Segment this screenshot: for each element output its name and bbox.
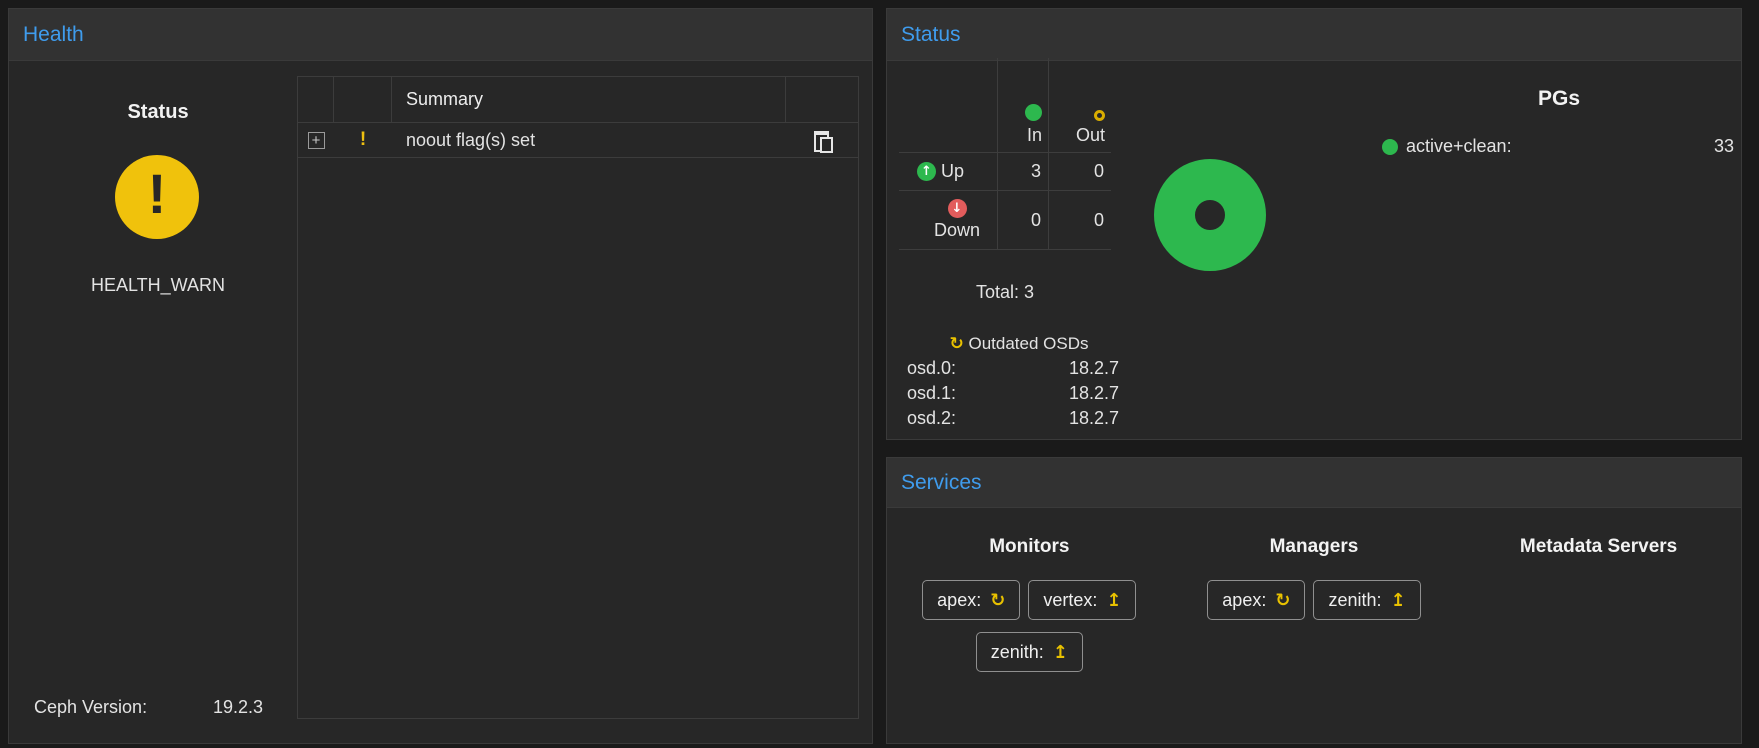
- pgs-donut-chart: [1154, 159, 1266, 271]
- osd-name: osd.1:: [907, 383, 956, 404]
- warning-row[interactable]: + ! noout flag(s) set: [298, 123, 858, 158]
- pgs-heading: PGs: [1439, 87, 1679, 111]
- status-panel-title: Status: [901, 23, 961, 47]
- osd-up-row-label: ↑ Up: [899, 152, 997, 190]
- osd-up-in-value: 3: [997, 152, 1048, 190]
- outdated-osds-label: Outdated OSDs: [968, 334, 1088, 353]
- refresh-icon: ↻: [1275, 590, 1290, 611]
- status-panel-header: Status: [887, 9, 1741, 61]
- osd-up-out-value: 0: [1048, 152, 1111, 190]
- warning-severity-icon: !: [360, 129, 366, 151]
- out-ring-icon: [1094, 110, 1105, 121]
- osd-total: Total: 3: [899, 282, 1111, 303]
- osd-out-header: Out: [1048, 58, 1111, 152]
- health-panel: Health Status ! HEALTH_WARN Ceph Version…: [8, 8, 873, 744]
- osd-down-out-value: 0: [1048, 190, 1111, 250]
- status-panel: Status In Out ↑ Up 3 0 ↓ Down 0 0 Total:…: [886, 8, 1742, 440]
- manager-badge-zenith[interactable]: zenith: ↥: [1313, 580, 1420, 620]
- up-arrow-icon: ↑: [917, 162, 936, 181]
- osd-down-in-value: 0: [997, 190, 1048, 250]
- monitor-badge-zenith[interactable]: zenith: ↥: [976, 632, 1083, 672]
- services-panel: Services Monitors apex: ↻ vertex: ↥ zeni…: [886, 457, 1742, 744]
- service-name: apex:: [1222, 590, 1266, 611]
- ceph-version-row: Ceph Version: 19.2.3: [34, 697, 263, 718]
- active-clean-dot-icon: [1382, 139, 1398, 155]
- in-header-label: In: [1027, 125, 1042, 146]
- upload-icon: ↥: [1390, 590, 1405, 611]
- service-name: zenith:: [1328, 590, 1381, 611]
- health-panel-header: Health: [9, 9, 872, 61]
- osd-version: 18.2.7: [1069, 383, 1119, 404]
- service-name: vertex:: [1043, 590, 1097, 611]
- ceph-version-value: 19.2.3: [213, 697, 263, 718]
- pgs-legend-row: active+clean: 33: [1382, 136, 1734, 157]
- upload-icon: ↥: [1106, 590, 1121, 611]
- osd-down-row-label: ↓ Down: [899, 190, 997, 250]
- osd-table-corner-cell: [899, 58, 997, 152]
- down-label: Down: [934, 220, 980, 241]
- outdated-osds-list: osd.0: 18.2.7 osd.1: 18.2.7 osd.2: 18.2.…: [907, 356, 1127, 431]
- metadata-servers-heading: Metadata Servers: [1520, 536, 1677, 558]
- osd-updown-table: In Out ↑ Up 3 0 ↓ Down 0 0: [899, 58, 1111, 250]
- metadata-servers-column: Metadata Servers: [1456, 508, 1741, 743]
- outdated-osds-heading: ↻ Outdated OSDs: [899, 334, 1139, 354]
- pg-state-label: active+clean:: [1406, 136, 1512, 157]
- exclamation-icon: !: [148, 166, 167, 228]
- services-panel-header: Services: [887, 458, 1741, 508]
- health-panel-title: Health: [23, 23, 84, 47]
- in-dot-icon: [1025, 104, 1042, 121]
- severity-column-header: [334, 77, 392, 122]
- monitors-column: Monitors apex: ↻ vertex: ↥ zenith: ↥: [887, 508, 1172, 743]
- service-name: apex:: [937, 590, 981, 611]
- osd-version: 18.2.7: [1069, 408, 1119, 429]
- monitor-badge-apex[interactable]: apex: ↻: [922, 580, 1020, 620]
- expand-row-button[interactable]: +: [308, 132, 325, 149]
- health-status-heading: Status: [13, 101, 303, 124]
- summary-column-header: Summary: [392, 77, 786, 122]
- warnings-table-header: Summary: [298, 77, 858, 123]
- health-warnings-table: Summary + ! noout flag(s) set: [297, 76, 859, 719]
- osd-name: osd.2:: [907, 408, 956, 429]
- osd-in-header: In: [997, 58, 1048, 152]
- down-arrow-icon: ↓: [948, 199, 967, 218]
- managers-column: Managers apex: ↻ zenith: ↥: [1172, 508, 1457, 743]
- service-name: zenith:: [991, 642, 1044, 663]
- refresh-icon: ↻: [950, 334, 964, 354]
- expand-column-header: [298, 77, 334, 122]
- pg-state-count: 33: [1714, 136, 1734, 157]
- osd-list-item: osd.1: 18.2.7: [907, 381, 1127, 406]
- osd-list-item: osd.0: 18.2.7: [907, 356, 1127, 381]
- osd-list-item: osd.2: 18.2.7: [907, 406, 1127, 431]
- monitors-heading: Monitors: [989, 536, 1069, 558]
- monitor-badge-vertex[interactable]: vertex: ↥: [1028, 580, 1136, 620]
- osd-version: 18.2.7: [1069, 358, 1119, 379]
- copy-icon[interactable]: [814, 131, 830, 150]
- osd-name: osd.0:: [907, 358, 956, 379]
- refresh-icon: ↻: [990, 590, 1005, 611]
- action-column-header: [786, 77, 858, 122]
- ceph-version-label: Ceph Version:: [34, 697, 147, 718]
- health-status-value: HEALTH_WARN: [9, 275, 307, 296]
- health-warning-icon: !: [115, 155, 199, 239]
- warning-summary-text: noout flag(s) set: [392, 130, 786, 151]
- out-header-label: Out: [1076, 125, 1105, 146]
- up-label: Up: [941, 161, 964, 182]
- upload-icon: ↥: [1053, 642, 1068, 663]
- manager-badge-apex[interactable]: apex: ↻: [1207, 580, 1305, 620]
- services-panel-title: Services: [901, 471, 982, 495]
- managers-heading: Managers: [1270, 536, 1359, 558]
